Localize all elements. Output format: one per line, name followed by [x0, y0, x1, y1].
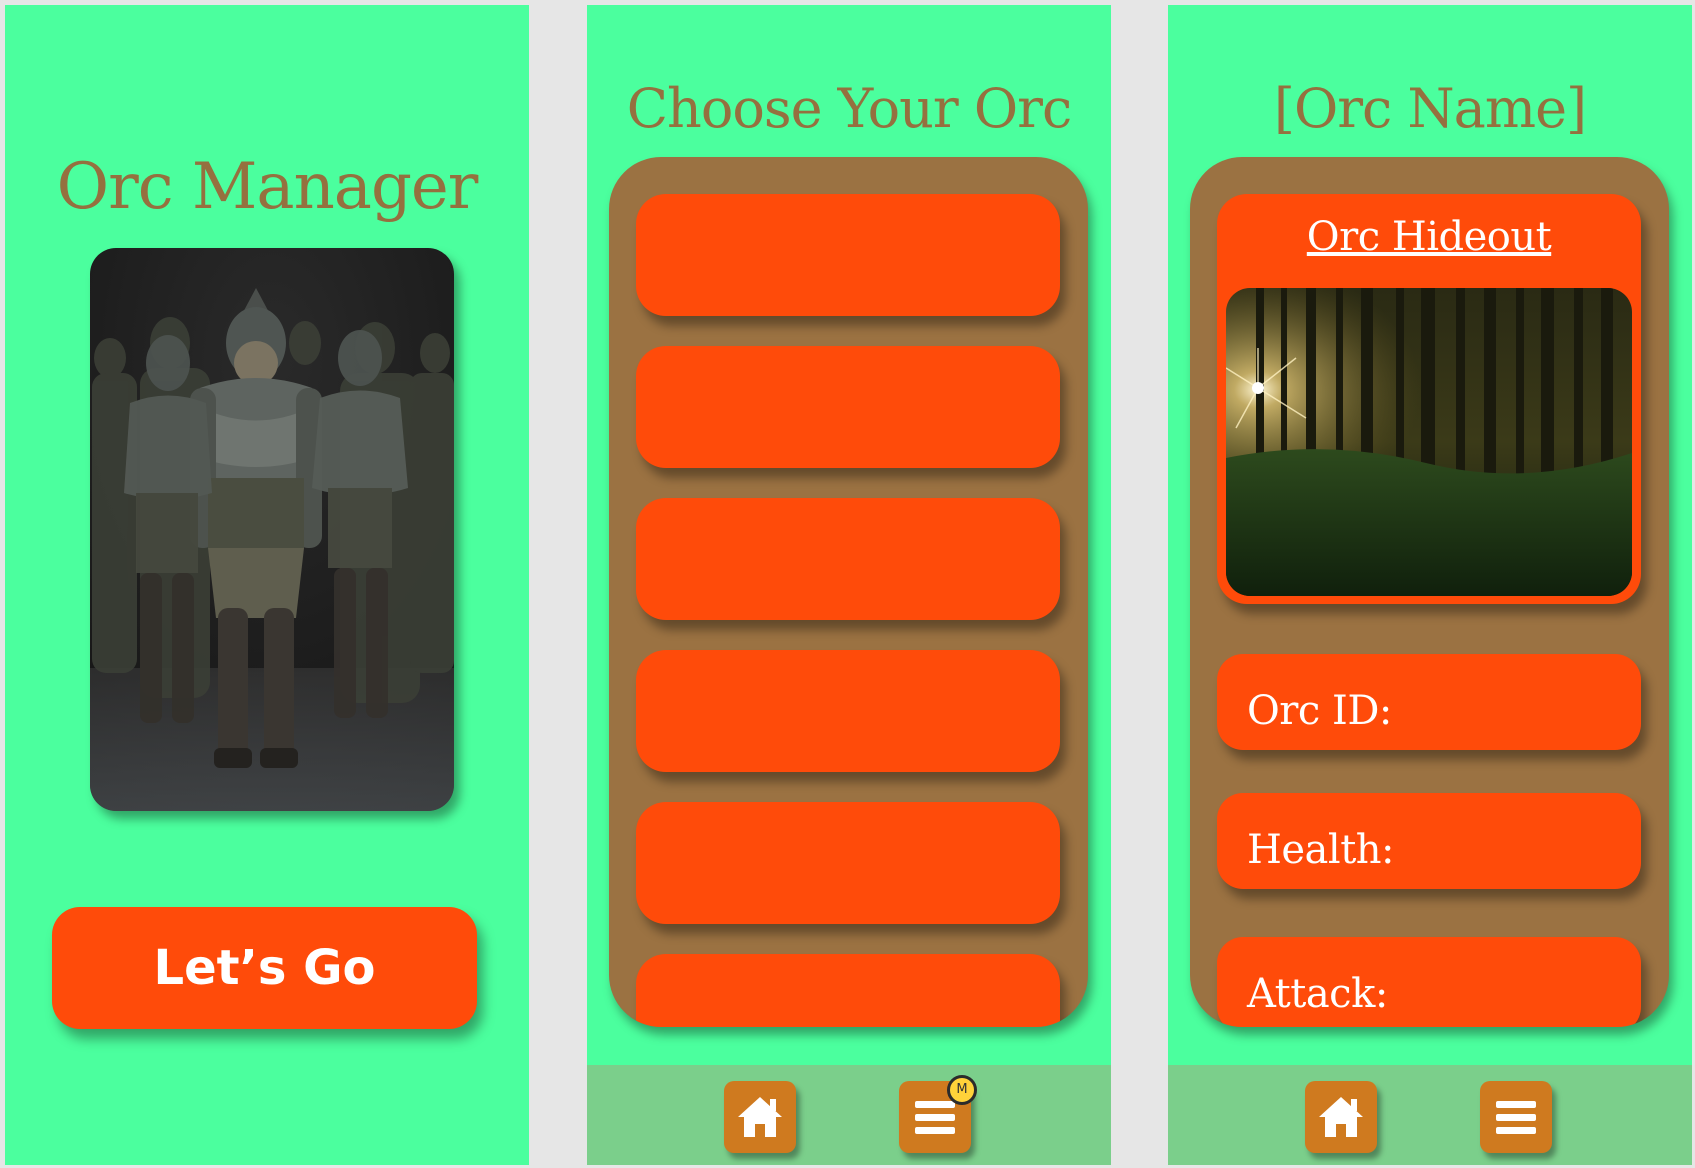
menu-icon — [1496, 1101, 1536, 1134]
app-title: Orc Manager — [56, 150, 479, 224]
health-label: Health: — [1247, 827, 1395, 873]
lets-go-button[interactable]: Let’s Go — [52, 907, 477, 1029]
orc-id-label: Orc ID: — [1247, 688, 1392, 734]
orc-slot-5[interactable] — [636, 802, 1060, 924]
orc-id-card: Orc ID: — [1217, 654, 1641, 750]
page-title: Choose Your Orc — [626, 77, 1073, 140]
orc-army-image — [90, 248, 454, 811]
orc-name-title: [Orc Name] — [1273, 77, 1587, 140]
orc-hideout-link[interactable]: Orc Hideout — [1217, 214, 1641, 260]
welcome-screen: Orc Manager Let’s Go — [5, 5, 529, 1165]
home-icon — [738, 1097, 782, 1137]
hideout-card: Orc Hideout — [1217, 194, 1641, 604]
bottom-nav: M — [587, 1065, 1111, 1165]
orc-slot-6[interactable] — [636, 954, 1060, 1027]
notification-badge: M — [947, 1075, 977, 1105]
attack-label: Attack: — [1247, 971, 1388, 1017]
orc-slot-3[interactable] — [636, 498, 1060, 620]
health-card: Health: — [1217, 793, 1641, 889]
home-button[interactable] — [724, 1081, 796, 1153]
orc-slot-4[interactable] — [636, 650, 1060, 772]
attack-card: Attack: — [1217, 937, 1641, 1027]
choose-orc-screen: Choose Your Orc M — [587, 5, 1111, 1165]
orc-slot-1[interactable] — [636, 194, 1060, 316]
home-icon — [1319, 1097, 1363, 1137]
forest-hideout-image — [1226, 288, 1632, 596]
bottom-nav — [1168, 1065, 1692, 1165]
menu-button[interactable] — [1480, 1081, 1552, 1153]
menu-button[interactable]: M — [899, 1075, 977, 1153]
home-button[interactable] — [1305, 1081, 1377, 1153]
orc-detail-screen: [Orc Name] Orc Hideout Orc ID: Health: A… — [1168, 5, 1692, 1165]
orc-detail-panel: Orc Hideout Orc ID: Health: Attack: — [1190, 157, 1669, 1027]
orc-list-panel — [609, 157, 1088, 1027]
orc-slot-2[interactable] — [636, 346, 1060, 468]
